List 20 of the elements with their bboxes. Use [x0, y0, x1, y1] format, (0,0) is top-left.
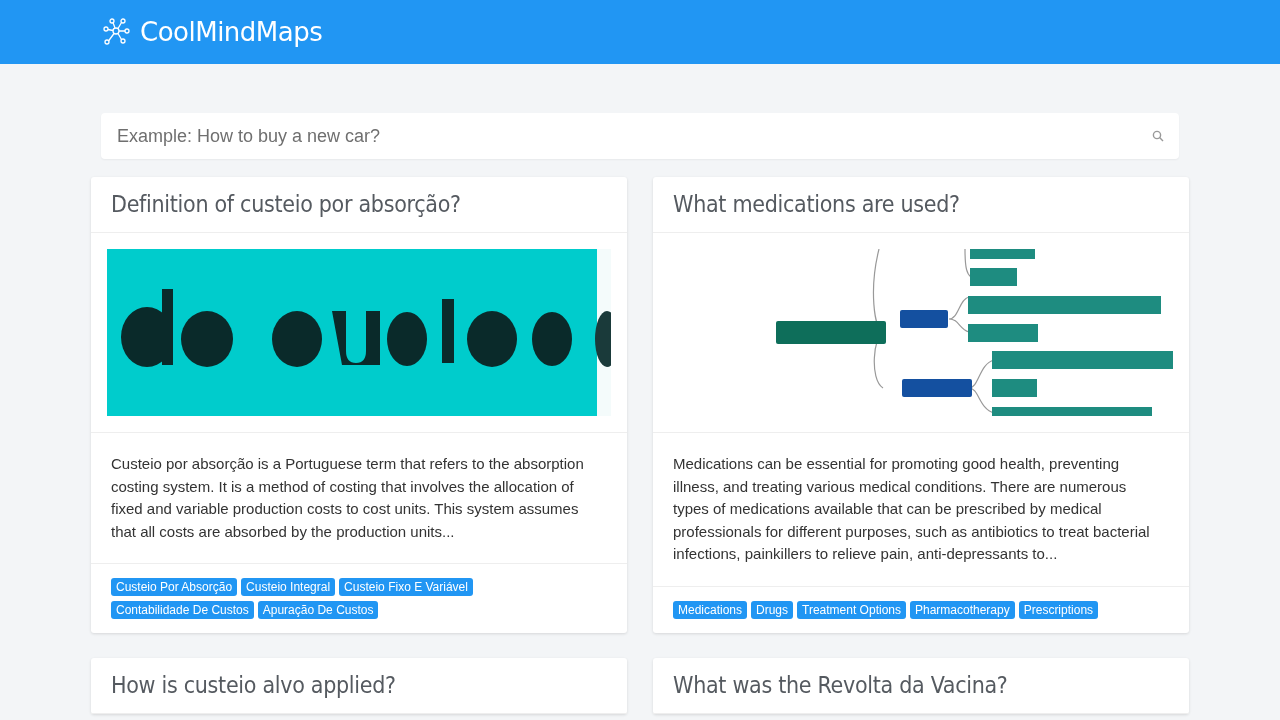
card-title[interactable]: What was the Revolta da Vacina?: [653, 658, 1189, 714]
card-title[interactable]: What medications are used?: [653, 177, 1189, 233]
card-summary: Custeio por absorção is a Portuguese term that refers to the absorption costing system. It is a method of costing that involves the allocation of fixed and variable production costs to cost units. This system assumes that all costs are absorbed by the production units...: [91, 433, 627, 564]
card-title[interactable]: How is custeio alvo applied?: [91, 658, 627, 714]
tag[interactable]: Pharmacotherapy: [910, 601, 1015, 619]
tag[interactable]: Custeio Por Absorção: [111, 578, 238, 596]
logo-icon: [101, 17, 131, 47]
tag[interactable]: Drugs: [751, 601, 794, 619]
tag[interactable]: Treatment Options: [797, 601, 906, 619]
tag[interactable]: Apuração De Custos: [257, 601, 379, 619]
card-title[interactable]: Definition of custeio por absorção?: [91, 177, 627, 233]
card-summary: Medications can be essential for promoting good health, preventing illness, and treating various medical conditions. There are numerous types of medications available that can be prescribed by medical professionals for different purposes, such as antibiotics to treat bacterial infections, painkillers to relieve pain, anti-depressants to...: [653, 433, 1189, 587]
brand-name[interactable]: CoolMindMaps: [140, 17, 323, 47]
tag[interactable]: Prescriptions: [1018, 601, 1099, 619]
search-field[interactable]: Example: How to buy a new car?: [101, 113, 1179, 159]
tag[interactable]: Custeio Fixo E Variável: [339, 578, 473, 596]
search-icon[interactable]: [1152, 130, 1164, 142]
tag[interactable]: Medications: [673, 601, 748, 619]
tag[interactable]: Custeio Integral: [241, 578, 336, 596]
tag[interactable]: Contabilidade De Custos: [111, 601, 254, 619]
